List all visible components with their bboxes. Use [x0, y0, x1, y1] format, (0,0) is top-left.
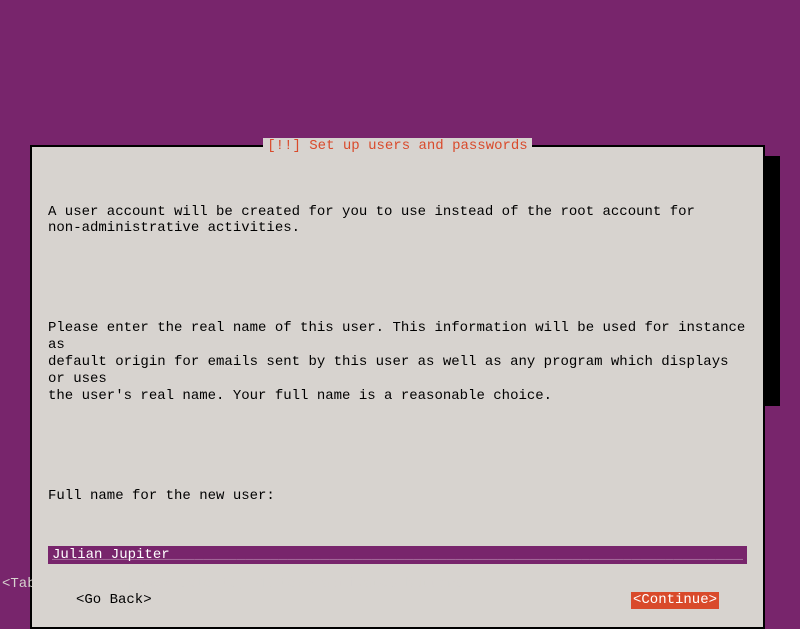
dialog-paragraph-1: A user account will be created for you t…	[48, 204, 747, 238]
full-name-value: Julian Jupiter	[52, 547, 170, 563]
continue-button[interactable]: <Continue>	[631, 592, 719, 609]
setup-users-dialog: [!!] Set up users and passwords A user a…	[30, 145, 765, 629]
footer-hint: <Tab> moves; <Space> selects; <Enter> ac…	[2, 576, 464, 593]
dialog-title-row: [!!] Set up users and passwords	[48, 138, 747, 148]
dialog-body: A user account will be created for you t…	[48, 170, 747, 538]
spacer	[48, 271, 747, 287]
dialog-paragraph-2: Please enter the real name of this user.…	[48, 320, 747, 404]
spacer	[48, 438, 747, 454]
full-name-input[interactable]: ________________________________________…	[48, 546, 747, 564]
button-row: <Go Back> <Continue>	[48, 592, 747, 609]
dialog-prompt: Full name for the new user:	[48, 488, 747, 505]
go-back-button[interactable]: <Go Back>	[76, 592, 152, 609]
dialog-title: [!!] Set up users and passwords	[263, 138, 531, 155]
